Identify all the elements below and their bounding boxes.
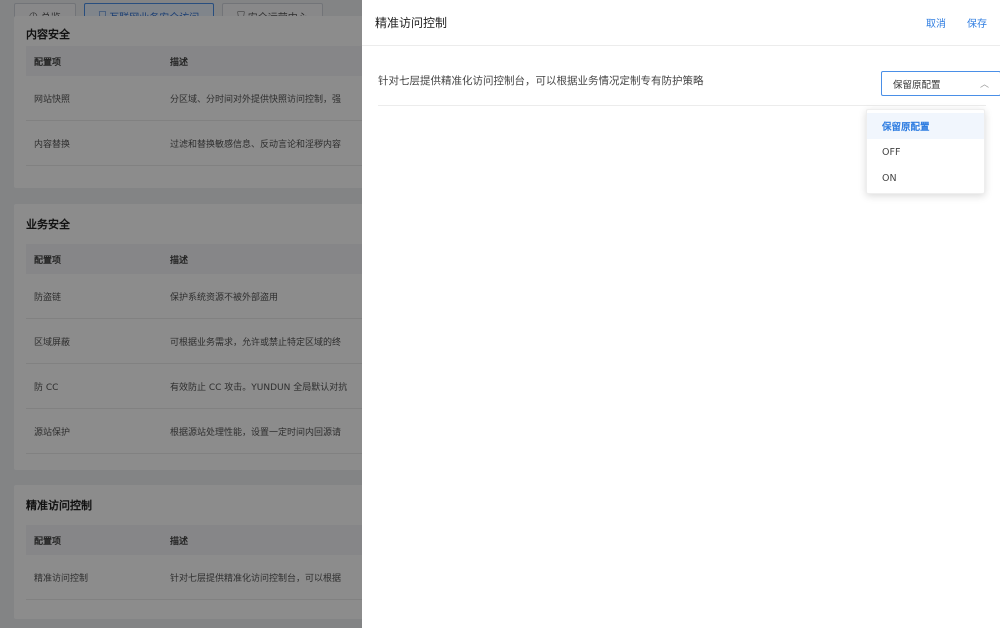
drawer-title: 精准访问控制 bbox=[375, 16, 448, 30]
config-select[interactable]: 保留原配置 ︿ bbox=[881, 71, 1000, 96]
select-value: 保留原配置 bbox=[893, 79, 941, 91]
option-on[interactable]: ON bbox=[867, 165, 984, 191]
save-button[interactable]: 保存 bbox=[967, 15, 987, 30]
setting-row: 针对七层提供精准化访问控制台，可以根据业务情况定制专有防护策略 保留原配置 ︿ bbox=[378, 58, 1000, 106]
setting-description: 针对七层提供精准化访问控制台，可以根据业务情况定制专有防护策略 bbox=[378, 75, 704, 87]
chevron-up-icon: ︿ bbox=[979, 80, 989, 90]
option-off[interactable]: OFF bbox=[867, 139, 984, 165]
select-dropdown: 保留原配置 OFF ON bbox=[866, 109, 985, 194]
cancel-button[interactable]: 取消 bbox=[926, 15, 946, 30]
settings-drawer: 精准访问控制 取消 保存 针对七层提供精准化访问控制台，可以根据业务情况定制专有… bbox=[362, 0, 1000, 628]
drawer-header: 精准访问控制 取消 保存 bbox=[362, 0, 1000, 46]
option-keep-original[interactable]: 保留原配置 bbox=[867, 113, 984, 139]
